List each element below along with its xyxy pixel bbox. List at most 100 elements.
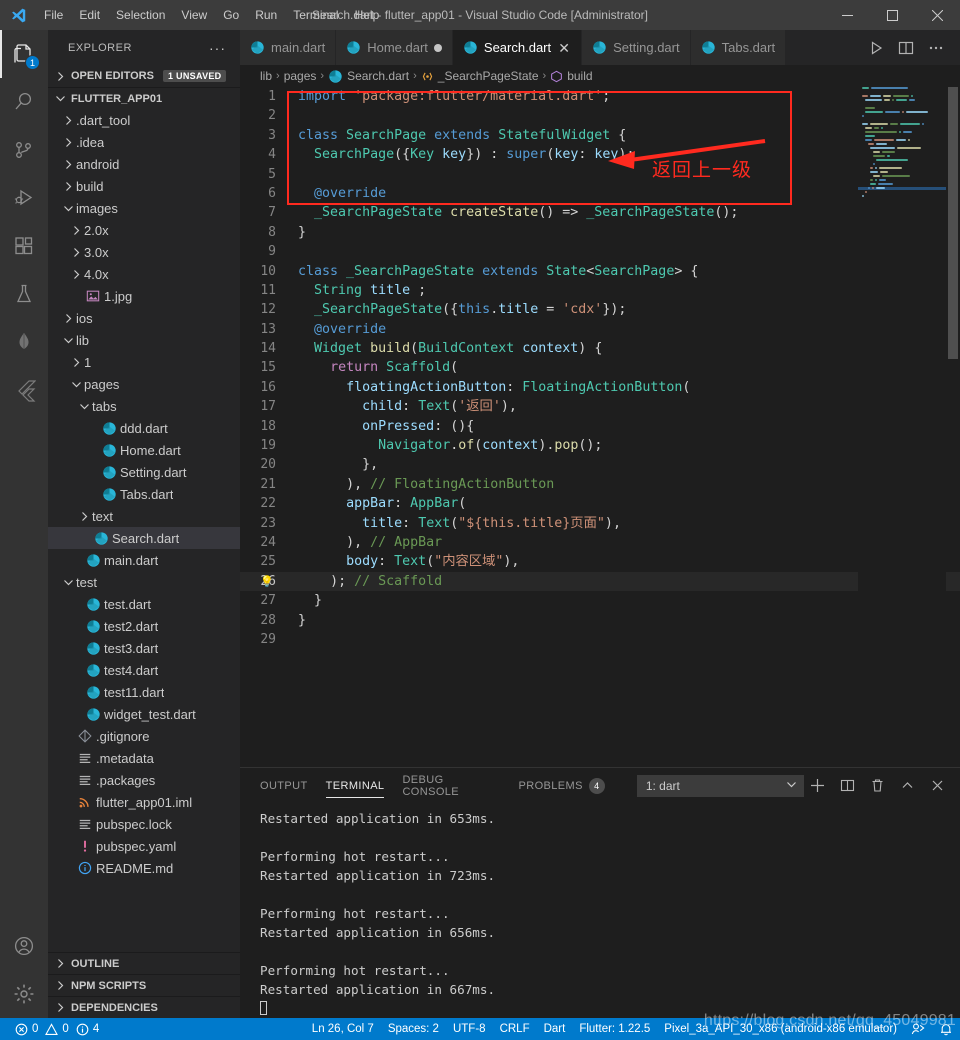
- panel-tab-output[interactable]: OUTPUT: [260, 768, 308, 803]
- breadcrumb-item-build[interactable]: build: [550, 69, 593, 83]
- code-line[interactable]: 3 class SearchPage extends StatefulWidget…: [240, 126, 960, 145]
- tree-item-text[interactable]: text: [48, 505, 240, 527]
- code-line[interactable]: 26 💡 ); // Scaffold: [240, 571, 960, 592]
- tree-item-images[interactable]: images: [48, 197, 240, 219]
- code-line[interactable]: 6 @override: [240, 184, 960, 203]
- breadcrumb[interactable]: lib › pages › Search.dart › _SearchPageState › b…: [240, 65, 960, 87]
- breadcrumb-item-pages[interactable]: pages: [284, 69, 317, 83]
- tree-item-1-jpg[interactable]: 1.jpg: [48, 285, 240, 307]
- editor-tab-main-dart[interactable]: main.dart: [240, 30, 337, 65]
- file-tree[interactable]: .dart_tool .idea android build images 2.0x 3.0…: [48, 109, 240, 952]
- section-outline[interactable]: OUTLINE: [48, 952, 240, 974]
- editor-tab-search-dart[interactable]: Search.dart ✕: [452, 30, 583, 65]
- menu-run[interactable]: Run: [247, 0, 285, 30]
- close-button[interactable]: [915, 0, 960, 30]
- breadcrumb-item-search-dart[interactable]: Search.dart: [328, 69, 409, 84]
- tree-item-test-dart[interactable]: test.dart: [48, 593, 240, 615]
- code-line[interactable]: 11 String title ;: [240, 281, 960, 300]
- code-line[interactable]: 24 ), // AppBar: [240, 533, 960, 552]
- sidebar-more-icon[interactable]: ···: [209, 40, 232, 56]
- editor-scrollbar[interactable]: [946, 87, 960, 767]
- tree-item-test11-dart[interactable]: test11.dart: [48, 681, 240, 703]
- tree-item-1[interactable]: 1: [48, 351, 240, 373]
- tree-item-setting-dart[interactable]: Setting.dart: [48, 461, 240, 483]
- tree-item-2-0x[interactable]: 2.0x: [48, 219, 240, 241]
- tree-item-main-dart[interactable]: main.dart: [48, 549, 240, 571]
- code-line[interactable]: 9: [240, 242, 960, 261]
- editor-tab-setting-dart[interactable]: Setting.dart: [582, 30, 691, 65]
- editor-tab-home-dart[interactable]: Home.dart: [336, 30, 453, 65]
- tree-item-test4-dart[interactable]: test4.dart: [48, 659, 240, 681]
- code-line[interactable]: 2: [240, 106, 960, 125]
- code-line[interactable]: 4 SearchPage({Key key}) : super(key: key…: [240, 145, 960, 164]
- menu-help[interactable]: Help: [347, 0, 388, 30]
- menu-edit[interactable]: Edit: [71, 0, 108, 30]
- status-eol[interactable]: CRLF: [493, 1018, 537, 1040]
- activity-item-accounts[interactable]: [0, 922, 48, 970]
- tree-item-lib[interactable]: lib: [48, 329, 240, 351]
- code-line[interactable]: 5: [240, 165, 960, 184]
- section-dependencies[interactable]: DEPENDENCIES: [48, 996, 240, 1018]
- menu-file[interactable]: File: [36, 0, 71, 30]
- more-actions-icon[interactable]: [922, 30, 950, 65]
- code-editor[interactable]: 1 import 'package:flutter/material.dart';…: [240, 87, 960, 767]
- tree-item-pubspec-lock[interactable]: pubspec.lock: [48, 813, 240, 835]
- menu-terminal[interactable]: Terminal: [285, 0, 346, 30]
- activity-item-source-control[interactable]: [0, 126, 48, 174]
- code-line[interactable]: 12 _SearchPageState({this.title = 'cdx'}…: [240, 300, 960, 319]
- tree-item-tabs-dart[interactable]: Tabs.dart: [48, 483, 240, 505]
- menu-selection[interactable]: Selection: [108, 0, 173, 30]
- code-line[interactable]: 29: [240, 630, 960, 649]
- status-flutter-version[interactable]: Flutter: 1.22.5: [572, 1018, 657, 1040]
- breadcrumb-item-lib[interactable]: lib: [260, 69, 272, 83]
- code-line[interactable]: 17 child: Text('返回'),: [240, 397, 960, 416]
- tree-item--packages[interactable]: .packages: [48, 769, 240, 791]
- code-line[interactable]: 20 },: [240, 455, 960, 474]
- panel-tab-debug-console[interactable]: DEBUG CONSOLE: [402, 768, 500, 803]
- code-line[interactable]: 8}: [240, 223, 960, 242]
- tree-item-readme-md[interactable]: README.md: [48, 857, 240, 879]
- tree-item-search-dart[interactable]: Search.dart: [48, 527, 240, 549]
- code-line[interactable]: 28}: [240, 611, 960, 630]
- tree-item--gitignore[interactable]: .gitignore: [48, 725, 240, 747]
- window-controls[interactable]: [825, 0, 960, 30]
- code-line[interactable]: 21 ), // FloatingActionButton: [240, 475, 960, 494]
- split-editor-icon[interactable]: [892, 30, 920, 65]
- menu-view[interactable]: View: [173, 0, 215, 30]
- section-open-editors[interactable]: OPEN EDITORS 1 UNSAVED: [48, 65, 240, 87]
- new-terminal-icon[interactable]: [804, 773, 830, 799]
- code-line[interactable]: 19 Navigator.of(context).pop();: [240, 436, 960, 455]
- section-project-root[interactable]: FLUTTER_APP01: [48, 87, 240, 109]
- status-cursor-position[interactable]: Ln 26, Col 7: [305, 1018, 381, 1040]
- tree-item-home-dart[interactable]: Home.dart: [48, 439, 240, 461]
- tree-item-build[interactable]: build: [48, 175, 240, 197]
- maximize-button[interactable]: [870, 0, 915, 30]
- menu-bar[interactable]: File Edit Selection View Go Run Terminal…: [36, 0, 387, 30]
- code-line[interactable]: 22 appBar: AppBar(: [240, 494, 960, 513]
- split-terminal-icon[interactable]: [834, 773, 860, 799]
- tree-item-widget-test-dart[interactable]: widget_test.dart: [48, 703, 240, 725]
- code-line[interactable]: 18 onPressed: (){: [240, 417, 960, 436]
- code-line[interactable]: 13 @override: [240, 320, 960, 339]
- tree-item-test[interactable]: test: [48, 571, 240, 593]
- activity-item-settings[interactable]: [0, 970, 48, 1018]
- code-line[interactable]: 7 _SearchPageState createState() => _Sea…: [240, 203, 960, 222]
- code-content[interactable]: 1 import 'package:flutter/material.dart';…: [240, 87, 960, 767]
- minimap[interactable]: [858, 87, 946, 767]
- panel-tab-problems[interactable]: PROBLEMS 4: [518, 768, 605, 803]
- scrollbar-thumb[interactable]: [948, 87, 958, 359]
- close-tab-icon[interactable]: ✕: [557, 41, 571, 55]
- status-language-mode[interactable]: Dart: [537, 1018, 573, 1040]
- status-problems[interactable]: 0 0 4: [0, 1018, 106, 1040]
- tree-item--metadata[interactable]: .metadata: [48, 747, 240, 769]
- code-line[interactable]: 14 Widget build(BuildContext context) {: [240, 339, 960, 358]
- panel-actions[interactable]: [804, 773, 950, 799]
- code-line[interactable]: 16 floatingActionButton: FloatingActionB…: [240, 378, 960, 397]
- activity-item-mongodb[interactable]: [0, 318, 48, 366]
- tree-item-ios[interactable]: ios: [48, 307, 240, 329]
- activity-item-search[interactable]: [0, 78, 48, 126]
- activity-item-explorer[interactable]: 1: [0, 30, 48, 78]
- status-live-share[interactable]: [904, 1018, 932, 1040]
- status-error-warning-info[interactable]: 0 0 4: [8, 1018, 106, 1040]
- close-panel-icon[interactable]: [924, 773, 950, 799]
